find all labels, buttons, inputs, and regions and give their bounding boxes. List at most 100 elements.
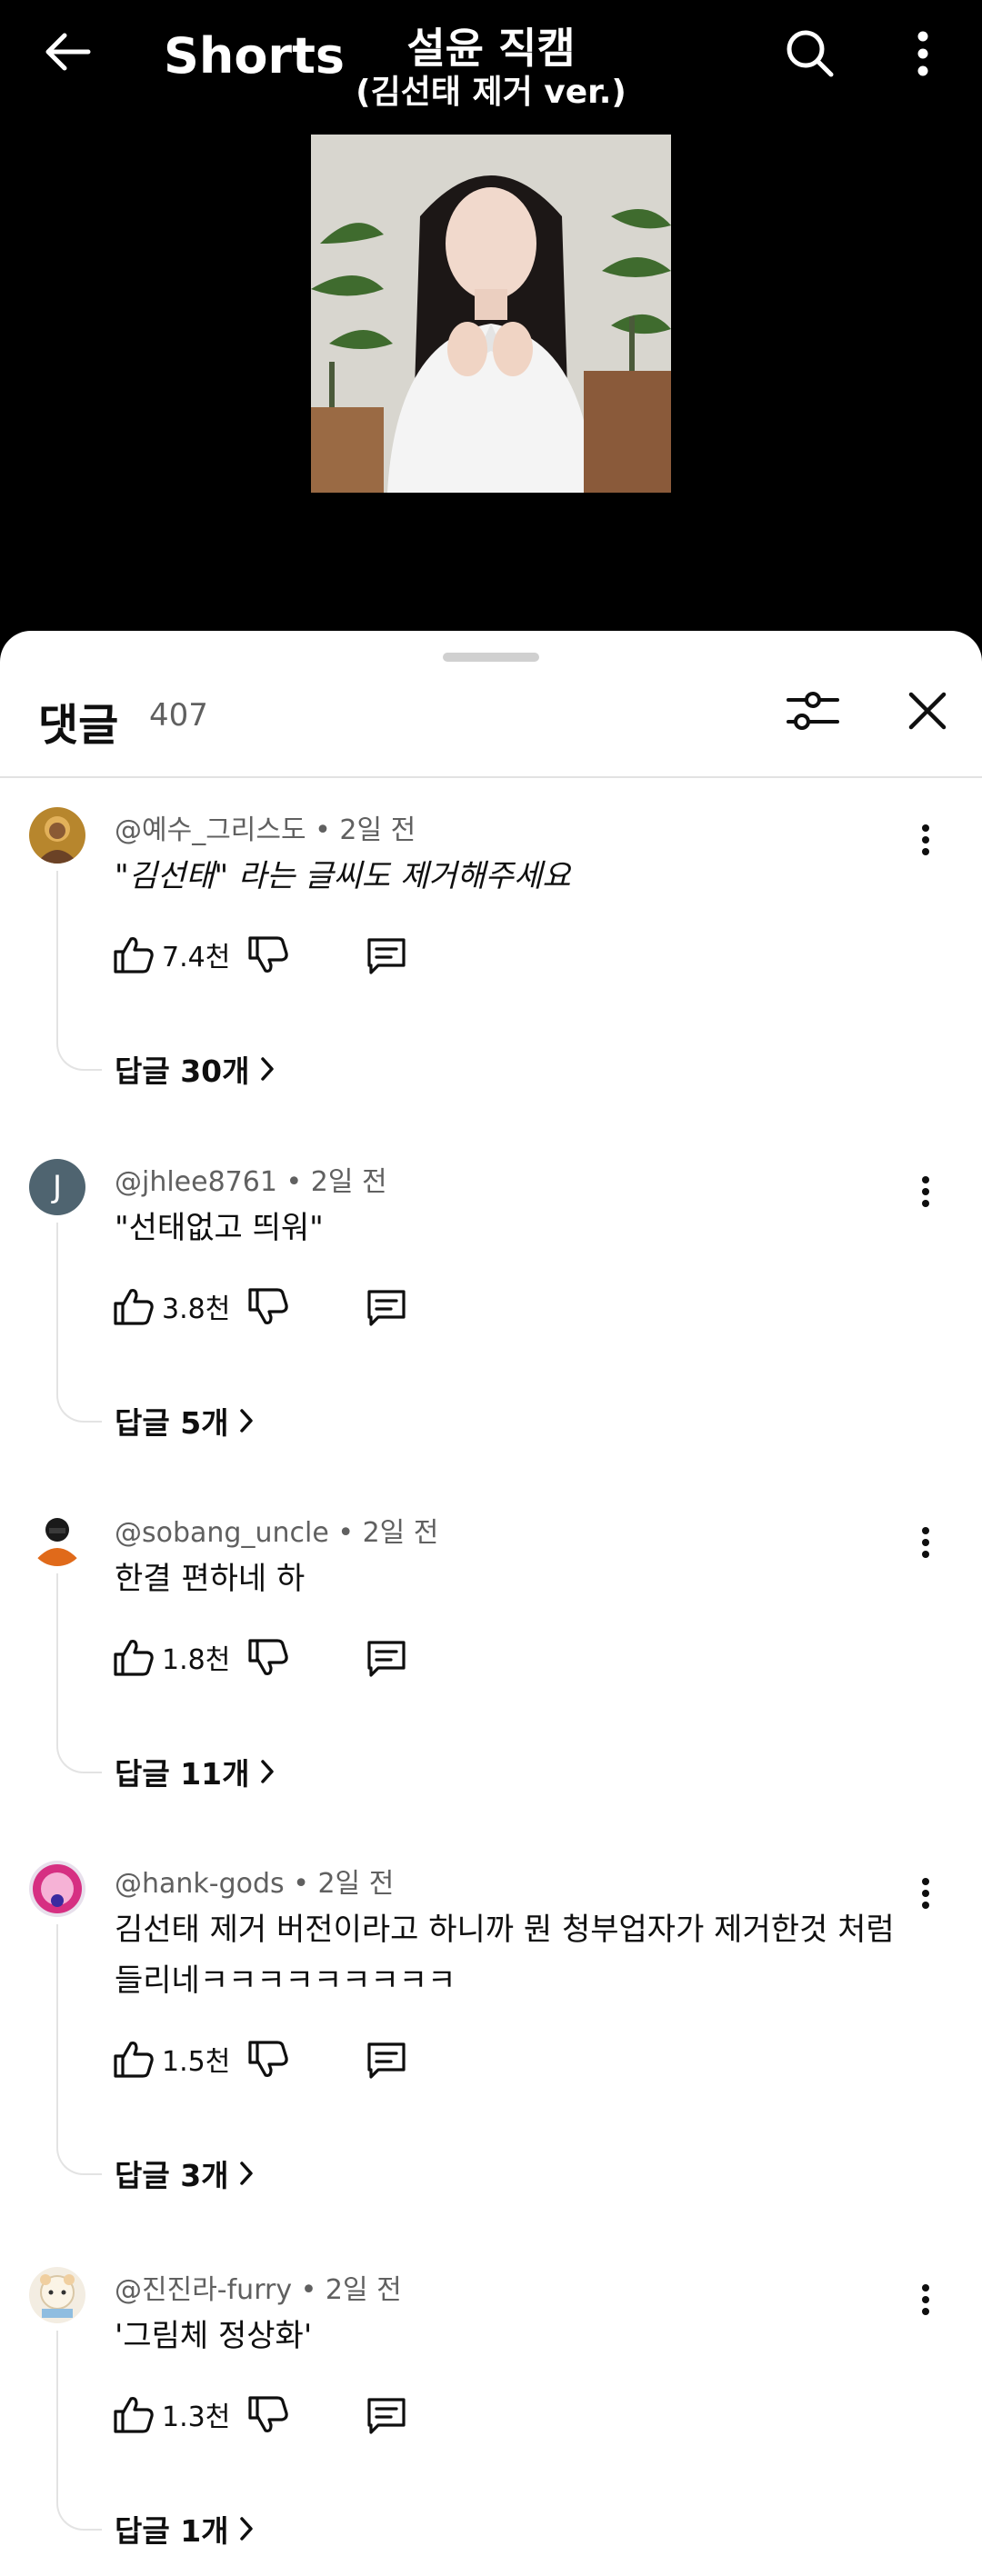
comment-meta[interactable]: @jhlee8761 • 2일 전 — [115, 1159, 387, 1199]
sheet-drag-handle[interactable] — [443, 653, 539, 662]
like-button[interactable]: 1.8천 — [113, 1632, 231, 1682]
thumbs-up-icon — [114, 1640, 154, 1676]
comment-text: '그림체 정상화' — [115, 2318, 313, 2354]
comment-meta[interactable]: @예수_그리스도 • 2일 전 — [115, 807, 416, 847]
comment-author[interactable]: @hank-gods — [115, 1868, 285, 1900]
meta-separator: • — [292, 2274, 326, 2306]
comment-text: 한결 편하네 하 — [115, 1561, 306, 1597]
comment-meta[interactable]: @진진라-furry • 2일 전 — [115, 2267, 402, 2307]
like-button[interactable]: 7.4천 — [113, 929, 231, 980]
avatar-image — [29, 1510, 85, 1566]
reply-button[interactable] — [362, 1283, 411, 1332]
like-count: 1.3천 — [162, 2401, 231, 2433]
dislike-button[interactable] — [246, 2035, 291, 2084]
header-divider — [0, 776, 982, 778]
avatar-image — [29, 2267, 85, 2323]
comment-actions: 1.8천 — [113, 1632, 440, 1686]
comment-item: @진진라-furry • 2일 전 '그림체 정상화' 1.3천 답글 1개 — [0, 2267, 982, 2576]
comment-author[interactable]: @예수_그리스도 — [115, 814, 306, 846]
more-vertical-icon — [922, 1527, 929, 1558]
comment-author[interactable]: @jhlee8761 — [115, 1166, 277, 1198]
more-vertical-icon — [917, 31, 928, 76]
avatar[interactable] — [29, 1861, 85, 1917]
comment-item: @sobang_uncle • 2일 전 한결 편하네 하 1.8천 답글 11… — [0, 1510, 982, 1855]
more-vertical-icon — [922, 824, 929, 855]
reply-button[interactable] — [362, 931, 411, 980]
dislike-button[interactable] — [246, 2391, 291, 2440]
video-frame-image — [311, 135, 671, 493]
avatar[interactable] — [29, 807, 85, 864]
replies-count: 답글 30개 — [115, 1053, 250, 1089]
dislike-button[interactable] — [246, 931, 291, 980]
meta-separator: • — [328, 1517, 363, 1549]
comment-time: 2일 전 — [317, 1868, 395, 1900]
like-button[interactable]: 1.5천 — [113, 2033, 231, 2084]
comment-meta[interactable]: @sobang_uncle • 2일 전 — [115, 1510, 438, 1550]
comment-reply-icon — [367, 1290, 406, 1326]
thumbs-up-icon — [114, 1289, 154, 1325]
dislike-button[interactable] — [246, 1283, 291, 1332]
back-button[interactable] — [27, 20, 105, 84]
view-replies-button[interactable]: 답글 30개 — [115, 1047, 276, 1091]
comment-reply-icon — [367, 938, 406, 974]
avatar-image — [29, 807, 85, 864]
avatar[interactable]: J — [29, 1159, 85, 1215]
dislike-button[interactable] — [246, 1633, 291, 1682]
sort-filter-button[interactable] — [778, 676, 847, 745]
avatar-letter: J — [52, 1169, 63, 1205]
comment-reply-icon — [367, 2042, 406, 2079]
avatar-image — [29, 1861, 85, 1917]
more-options-button[interactable] — [896, 22, 950, 85]
chevron-right-icon — [260, 1057, 274, 1081]
like-button[interactable]: 3.8천 — [113, 1281, 231, 1332]
reply-button[interactable] — [362, 2391, 411, 2440]
thumbs-down-icon — [248, 2041, 288, 2077]
comment-text: "김선태" 라는 글씨도 제거해주세요 — [115, 858, 571, 894]
like-count: 7.4천 — [162, 942, 231, 973]
avatar[interactable] — [29, 2267, 85, 2323]
view-replies-button[interactable]: 답글 1개 — [115, 2507, 255, 2551]
avatar[interactable] — [29, 1510, 85, 1566]
replies-count: 답글 1개 — [115, 2513, 229, 2549]
replies-count: 답글 3개 — [115, 2158, 229, 2193]
search-button[interactable] — [773, 18, 846, 87]
meta-separator: • — [306, 814, 340, 846]
comment-item: @예수_그리스도 • 2일 전 "김선태" 라는 글씨도 제거해주세요 7.4천… — [0, 807, 982, 1153]
comment-menu-button[interactable] — [907, 1872, 944, 1915]
view-replies-button[interactable]: 답글 5개 — [115, 1399, 255, 1443]
thread-line — [56, 2331, 102, 2531]
comment-text: 김선태 제거 버전이라고 하니까 뭔 청부업자가 제거한것 처럼 들리네ㅋㅋㅋㅋ… — [115, 1912, 895, 1999]
top-bar: Shorts 설윤 직캠 (김선태 제거 ver.) — [0, 0, 982, 118]
view-replies-button[interactable]: 답글 11개 — [115, 1750, 276, 1793]
like-count: 3.8천 — [162, 1293, 231, 1325]
arrow-left-icon — [45, 33, 91, 71]
chevron-right-icon — [260, 1760, 274, 1783]
thumbs-up-icon — [114, 2397, 154, 2433]
comment-author[interactable]: @진진라-furry — [115, 2274, 292, 2306]
comment-author[interactable]: @sobang_uncle — [115, 1517, 329, 1549]
close-icon — [908, 692, 947, 730]
thumbs-down-icon — [248, 1288, 288, 1324]
comment-text: "선태없고 띄워" — [115, 1210, 324, 1246]
thumbs-down-icon — [248, 1639, 288, 1675]
comment-reply-icon — [367, 1641, 406, 1677]
comment-time: 2일 전 — [310, 1166, 387, 1198]
tune-icon — [787, 692, 839, 730]
more-vertical-icon — [922, 1878, 929, 1909]
replies-count: 답글 5개 — [115, 1405, 229, 1441]
comment-actions: 7.4천 — [113, 929, 440, 983]
close-button[interactable] — [893, 676, 962, 745]
reply-button[interactable] — [362, 1633, 411, 1682]
view-replies-button[interactable]: 답글 3개 — [115, 2152, 255, 2195]
search-icon — [787, 30, 834, 77]
thumbs-down-icon — [248, 2396, 288, 2432]
thread-line — [56, 1573, 102, 1773]
chevron-right-icon — [239, 2517, 253, 2541]
reply-button[interactable] — [362, 2035, 411, 2084]
thread-line — [56, 871, 102, 1071]
thumbs-up-icon — [114, 2042, 154, 2078]
thread-line — [56, 1924, 102, 2175]
video-thumbnail[interactable] — [311, 135, 671, 493]
comment-meta[interactable]: @hank-gods • 2일 전 — [115, 1861, 394, 1901]
like-button[interactable]: 1.3천 — [113, 2389, 231, 2440]
